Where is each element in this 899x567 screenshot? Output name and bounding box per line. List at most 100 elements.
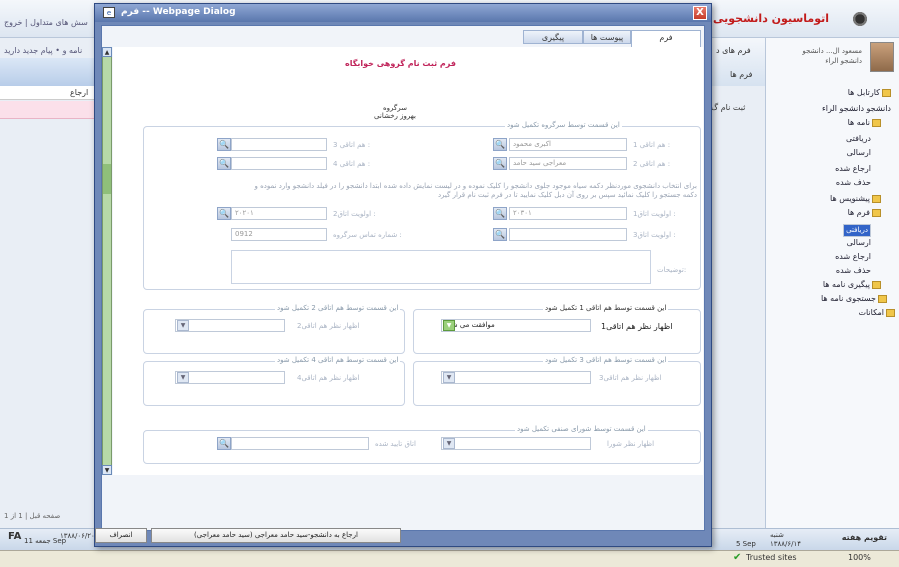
form-list-item[interactable]: ثبت نام گ — [711, 103, 765, 119]
roommate4-field[interactable] — [231, 157, 327, 170]
close-button[interactable]: X — [693, 6, 707, 20]
dropdown-arrow-icon[interactable]: ▼ — [177, 372, 189, 383]
dialog-footer — [113, 475, 703, 527]
sidebar-item-label: جستجوی نامه ها — [820, 294, 876, 303]
sidebar-item[interactable]: ارجاع شده — [835, 252, 871, 261]
app-logo-text: اتوماسیون دانشجویی — [713, 12, 829, 25]
sidebar-item-label: ارجاع شده — [835, 252, 871, 261]
sidebar-item[interactable]: جستجوی نامه ها — [821, 294, 887, 303]
tab-form[interactable]: فرم — [631, 30, 701, 47]
sidebar-item[interactable]: فرم ها — [848, 208, 881, 217]
roommate4-opinion-select[interactable] — [175, 371, 285, 384]
council-opinion-label: اظهار نظر شورا — [607, 440, 655, 448]
webpage-dialog: e فرم -- Webpage Dialog X فرم پیوست ها پ… — [94, 3, 712, 547]
sidebar-item-label: حذف شده — [835, 266, 871, 275]
scrollbar[interactable] — [102, 47, 112, 475]
scrollbar-thumb[interactable] — [103, 164, 111, 194]
roommate3-opinion-select[interactable] — [441, 371, 591, 384]
sidebar-item-label: فرم ها — [847, 208, 870, 217]
calendar-day-right: شنبه ۱۳۸۸/۶/۱۴ — [770, 531, 801, 549]
user-name: مسعود ال... دانشجو دانشجو الراء — [802, 47, 862, 65]
toolbar-band — [0, 58, 104, 86]
leader-phone-label: شماره تماس سرگروه : — [333, 231, 402, 239]
priority1-label: اولویت اتاق1 : — [633, 210, 676, 218]
roommate1-opinion-select[interactable]: موافقت می شود — [441, 319, 591, 332]
group-leader-label: سرگروه — [383, 104, 407, 112]
priority1-field[interactable]: ۲۰۳۰۱ — [509, 207, 627, 220]
dropdown-arrow-icon[interactable]: ▼ — [443, 438, 455, 449]
room-confirmed-field[interactable] — [231, 437, 369, 450]
search-icon[interactable]: 🔍 — [217, 207, 231, 220]
tab-attachments[interactable]: پیوست ها — [583, 30, 631, 44]
dropdown-arrow-icon[interactable]: ▼ — [177, 320, 189, 331]
sidebar-item[interactable]: حذف شده — [836, 266, 871, 275]
scroll-up-icon[interactable]: ▲ — [102, 47, 112, 57]
roommate3-section-legend: این قسمت توسط هم اتاقی 3 تکمیل شود — [543, 356, 669, 364]
university-logo-icon — [849, 8, 871, 30]
leader-phone-field[interactable]: 0912 — [231, 228, 327, 241]
avatar — [870, 42, 894, 72]
trusted-sites-label: Trusted sites — [746, 553, 797, 562]
new-messages-link[interactable]: نامه و • پیام جدید دارید — [4, 46, 82, 55]
sidebar-item[interactable]: پیشنویس ها — [830, 194, 881, 203]
council-section-legend: این قسمت توسط شورای صنفی تکمیل شود — [515, 425, 648, 433]
cancel-button[interactable]: انصراف — [95, 528, 147, 543]
sidebar-item[interactable]: دانشجو دانشجو الراء — [822, 104, 891, 113]
forms-header-sub: فرم ها — [730, 70, 753, 79]
folder-icon — [882, 88, 891, 97]
roommate1-section-legend: این قسمت توسط هم اتاقی 1 تکمیل شود — [543, 304, 669, 312]
sidebar-item-label: ارسالی — [846, 238, 871, 247]
calendar-day-name: جمعه — [35, 537, 51, 545]
sidebar-item[interactable]: حذف شده — [836, 178, 871, 187]
dropdown-arrow-icon[interactable]: ▼ — [443, 320, 455, 331]
roommate1-field[interactable]: اکبری محمود — [509, 138, 627, 151]
group-leader-name: بهروز رخشانی — [374, 112, 416, 120]
calendar-day-date-right: ۱۳۸۸/۶/۱۴ — [770, 540, 802, 548]
sidebar-item-label: امکانات — [858, 308, 884, 317]
table-row[interactable] — [0, 101, 104, 119]
sidebar-item[interactable]: نامه ها — [848, 118, 881, 127]
priority3-label: اولویت اتاق3 : — [633, 231, 676, 239]
dropdown-arrow-icon[interactable]: ▼ — [443, 372, 455, 383]
search-icon[interactable]: 🔍 — [493, 228, 507, 241]
priority2-field[interactable]: ۲۰۲۰۱ — [231, 207, 327, 220]
sidebar-item-label: حذف شده — [835, 178, 871, 187]
tab-followup[interactable]: پیگیری — [523, 30, 583, 44]
calendar-day-name-right: شنبه — [770, 531, 784, 539]
description-textarea[interactable] — [231, 250, 651, 284]
priority3-field[interactable] — [509, 228, 627, 241]
roommate2-opinion-select[interactable] — [175, 319, 285, 332]
description-label: توضیحات: — [657, 266, 687, 274]
ie-icon: e — [103, 7, 115, 18]
refer-to-student-button[interactable]: ارجاع به دانشجو-سید حامد معراجی (سید حام… — [151, 528, 401, 543]
sidebar-item[interactable]: پیگیری نامه ها — [823, 280, 881, 289]
calendar-date-5sep: 5 Sep — [736, 540, 756, 548]
sidebar-item[interactable]: ارسالی — [847, 238, 871, 247]
search-icon[interactable]: 🔍 — [493, 157, 507, 170]
sidebar-item[interactable]: کارتابل ها — [848, 88, 891, 97]
council-opinion-select[interactable] — [441, 437, 591, 450]
sidebar-item[interactable]: ارسالی — [847, 148, 871, 157]
sidebar-item-label: پیگیری نامه ها — [822, 280, 870, 289]
group-leader: سرگروه بهروز رخشانی — [365, 104, 425, 120]
sidebar-item[interactable]: دریافتی — [846, 134, 871, 143]
search-icon[interactable]: 🔍 — [217, 138, 231, 151]
roommate2-field[interactable]: معراجی سید حامد — [509, 157, 627, 170]
forms-header-title: فرم های د — [716, 46, 751, 55]
search-icon[interactable]: 🔍 — [217, 437, 231, 450]
roommate3-field[interactable] — [231, 138, 327, 151]
sidebar-item[interactable]: ارجاع شده — [835, 164, 871, 173]
week-calendar-label[interactable]: تقویم هفته — [842, 533, 887, 542]
search-icon[interactable]: 🔍 — [217, 157, 231, 170]
sidebar-item[interactable]: امکانات — [858, 308, 895, 317]
search-icon[interactable]: 🔍 — [493, 138, 507, 151]
folder-icon — [886, 308, 895, 317]
search-icon[interactable]: 🔍 — [493, 207, 507, 220]
scroll-down-icon[interactable]: ▼ — [102, 465, 112, 475]
zoom-level[interactable]: 100% — [848, 553, 871, 562]
sidebar-item-label: دانشجو دانشجو الراء — [821, 104, 891, 113]
pager[interactable]: صفحه قبل | 1 از 1 — [4, 512, 60, 520]
top-links[interactable]: سش های متداول | خروج — [4, 18, 88, 27]
language-badge[interactable]: FA — [8, 531, 21, 542]
sidebar-item[interactable]: دریافتی — [843, 224, 871, 237]
